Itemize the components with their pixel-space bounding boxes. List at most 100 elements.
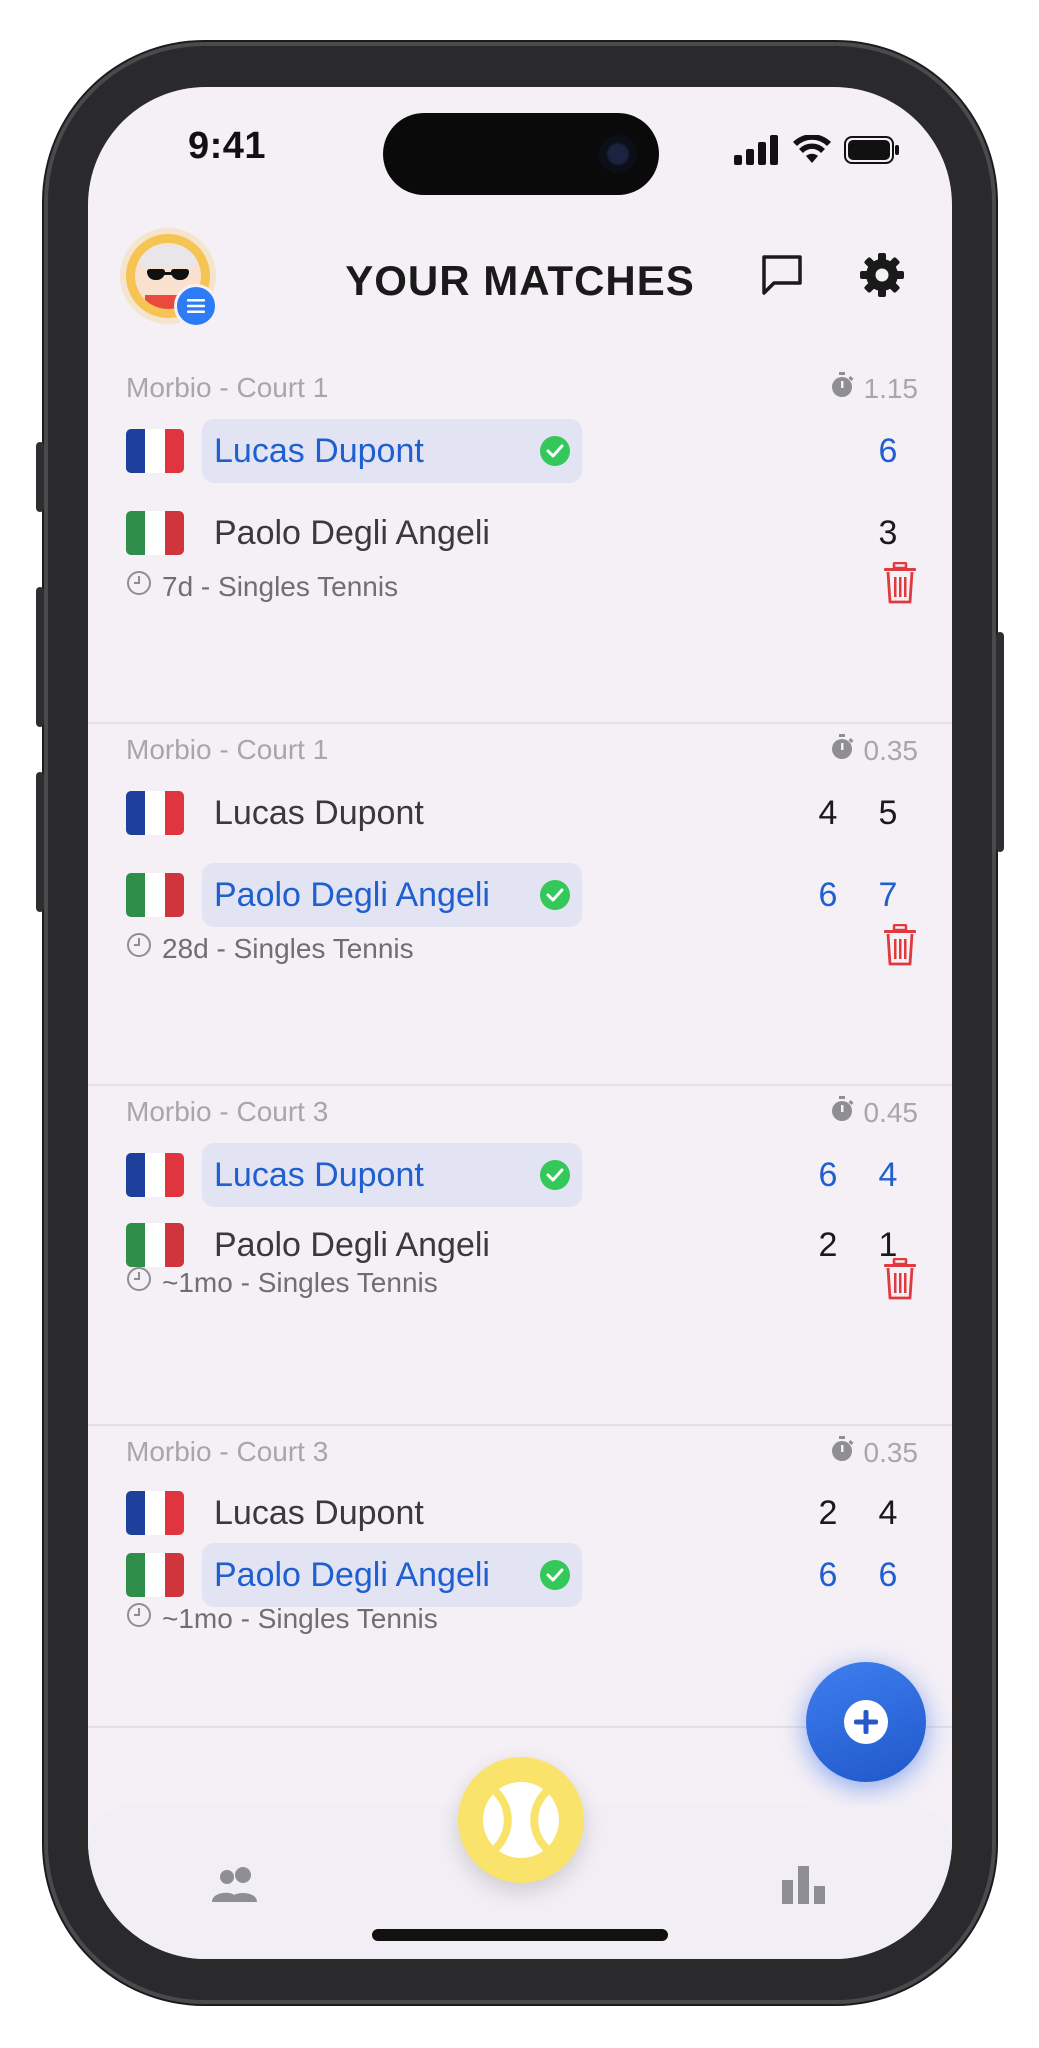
card-footer: 7d - Singles Tennis	[126, 561, 918, 611]
stopwatch-icon	[830, 372, 854, 405]
card-header: Morbio - Court 1 0.35	[126, 734, 918, 767]
player-name[interactable]: Lucas Dupont	[202, 1481, 436, 1545]
winner-name[interactable]: Paolo Degli Angeli	[202, 1543, 582, 1607]
court-label: Morbio - Court 3	[126, 1096, 329, 1127]
checkmark-icon	[540, 436, 570, 466]
match-meta: 7d - Singles Tennis	[126, 570, 398, 603]
status-time: 9:41	[188, 125, 267, 167]
chat-bubble-icon[interactable]	[754, 247, 810, 303]
winner-name[interactable]: Paolo Degli Angeli	[202, 863, 582, 927]
set-score: 4	[878, 1493, 898, 1532]
set-score: 6	[878, 431, 898, 470]
match-duration: 0.35	[830, 1436, 919, 1469]
player-name-text: Lucas Dupont	[214, 1493, 424, 1532]
player-row: Lucas Dupont 2 4	[126, 1480, 918, 1546]
page-title: YOUR MATCHES	[345, 257, 695, 304]
winner-name[interactable]: Lucas Dupont	[202, 1143, 582, 1207]
france-flag-icon	[126, 1153, 184, 1197]
matches-list: Morbio - Court 1 1.15 Lucas Dupont 6 Paolo D…	[88, 362, 952, 1728]
dynamic-island	[383, 113, 659, 195]
court-label: Morbio - Court 1	[126, 372, 329, 403]
match-card[interactable]: Morbio - Court 1 1.15 Lucas Dupont 6 Paolo D…	[88, 362, 952, 724]
volume-down-button	[36, 772, 44, 912]
set-scores: 67	[798, 876, 918, 915]
clock-icon	[126, 1602, 152, 1635]
set-score: 2	[818, 1493, 838, 1532]
duration-value: 0.45	[863, 1096, 919, 1128]
france-flag-icon	[126, 429, 184, 473]
action-button	[36, 442, 44, 512]
tab-stats[interactable]	[774, 1859, 834, 1909]
set-scores: 45	[798, 794, 918, 833]
set-score: 4	[878, 1155, 898, 1194]
home-indicator[interactable]	[372, 1929, 668, 1941]
match-meta: ~1mo - Singles Tennis	[126, 1266, 438, 1299]
france-flag-icon	[126, 791, 184, 835]
match-meta: ~1mo - Singles Tennis	[126, 1602, 438, 1635]
card-footer: ~1mo - Singles Tennis	[126, 1602, 918, 1635]
player-row: Lucas Dupont 6 4	[126, 1142, 918, 1208]
card-footer: ~1mo - Singles Tennis	[126, 1257, 918, 1307]
player-row: Lucas Dupont 4 5	[126, 780, 918, 846]
duration-value: 0.35	[863, 1436, 919, 1468]
italy-flag-icon	[126, 1553, 184, 1597]
player-row: Lucas Dupont 6	[126, 418, 918, 484]
player-name-text: Paolo Degli Angeli	[214, 875, 490, 914]
set-score: 6	[878, 1555, 898, 1594]
match-meta-text: 7d - Singles Tennis	[162, 570, 399, 602]
card-footer: 28d - Singles Tennis	[126, 923, 918, 973]
trash-icon[interactable]	[882, 923, 918, 973]
trash-icon[interactable]	[882, 561, 918, 611]
clock-icon	[126, 1266, 152, 1299]
clock-icon	[126, 932, 152, 965]
match-meta: 28d - Singles Tennis	[126, 932, 414, 965]
match-card[interactable]: Morbio - Court 3 0.45 Lucas Dupont 6 4 Paolo …	[88, 1086, 952, 1426]
winner-name[interactable]: Lucas Dupont	[202, 419, 582, 483]
add-match-button[interactable]	[806, 1662, 926, 1782]
front-camera	[599, 135, 637, 173]
stopwatch-icon	[830, 1436, 854, 1469]
match-meta-text: ~1mo - Singles Tennis	[162, 1602, 438, 1634]
stopwatch-icon	[830, 734, 854, 767]
match-duration: 0.35	[830, 734, 919, 767]
wifi-icon	[793, 135, 831, 163]
battery-icon	[844, 136, 899, 164]
match-meta-text: 28d - Singles Tennis	[162, 932, 414, 964]
set-score: 4	[818, 793, 838, 832]
set-score: 5	[878, 793, 898, 832]
player-name[interactable]: Paolo Degli Angeli	[202, 501, 502, 565]
set-score: 7	[878, 875, 898, 914]
clock-icon	[126, 570, 152, 603]
checkmark-icon	[540, 1560, 570, 1590]
app-screen: 9:41 YOUR MATCHES Morbio - Court 1 1.15 …	[88, 87, 952, 1959]
checkmark-icon	[540, 880, 570, 910]
card-header: Morbio - Court 3 0.45	[126, 1096, 918, 1129]
duration-value: 0.35	[863, 734, 919, 766]
player-name-text: Paolo Degli Angeli	[214, 513, 490, 552]
player-row: Paolo Degli Angeli 3	[126, 500, 918, 566]
trash-icon[interactable]	[882, 1257, 918, 1307]
match-meta-text: ~1mo - Singles Tennis	[162, 1266, 438, 1298]
bar-chart-icon	[782, 1866, 825, 1904]
side-button	[996, 632, 1004, 852]
player-name[interactable]: Lucas Dupont	[202, 781, 436, 845]
people-icon	[212, 1867, 257, 1902]
set-scores: 24	[798, 1494, 918, 1533]
card-header: Morbio - Court 3 0.35	[126, 1436, 918, 1469]
player-name-text: Lucas Dupont	[214, 431, 424, 470]
status-icons	[734, 135, 900, 165]
player-row: Paolo Degli Angeli 6 7	[126, 862, 918, 928]
tab-matches[interactable]	[458, 1757, 584, 1883]
france-flag-icon	[126, 1491, 184, 1535]
match-duration: 0.45	[830, 1096, 919, 1129]
set-score: 6	[818, 1555, 838, 1594]
volume-up-button	[36, 587, 44, 727]
match-card[interactable]: Morbio - Court 1 0.35 Lucas Dupont 4 5 Paolo …	[88, 724, 952, 1086]
tennis-ball-icon	[483, 1782, 559, 1858]
tab-players[interactable]	[206, 1859, 266, 1909]
stopwatch-icon	[830, 1096, 854, 1129]
set-scores: 64	[798, 1156, 918, 1195]
set-score: 3	[878, 513, 898, 552]
gear-icon[interactable]	[854, 247, 910, 303]
set-scores: 3	[858, 514, 918, 553]
